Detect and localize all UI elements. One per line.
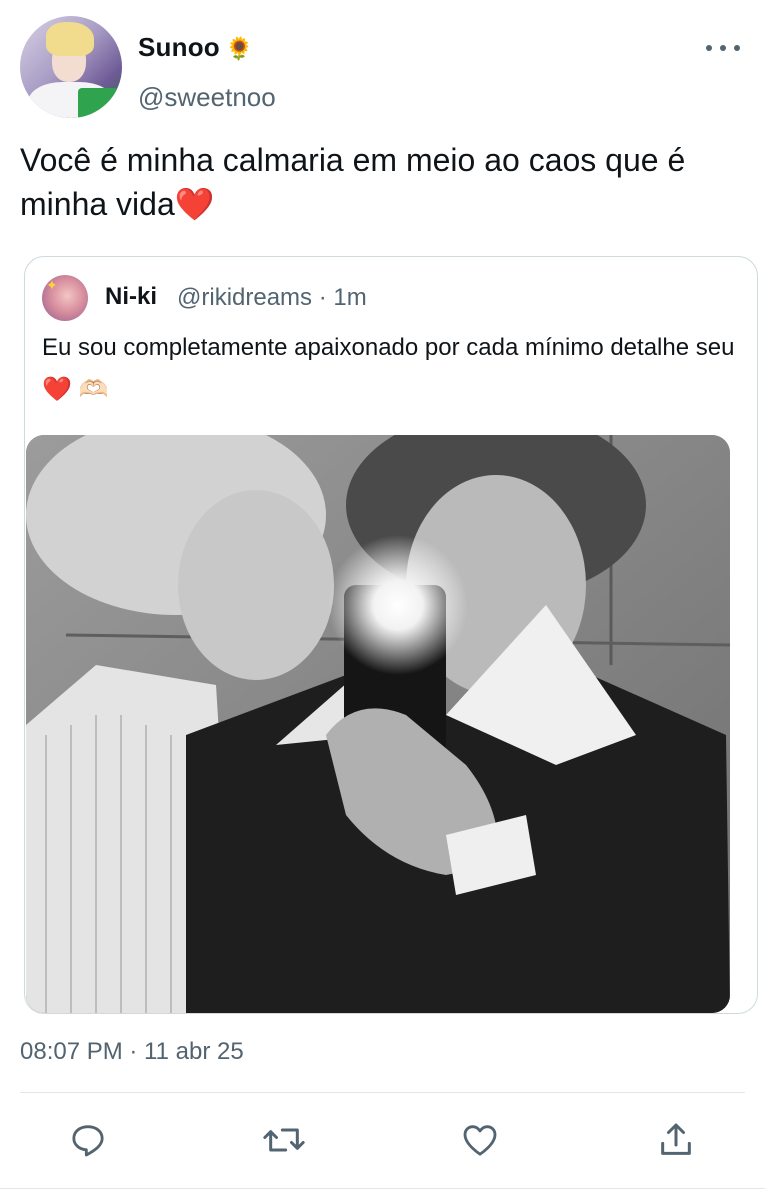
more-horizontal-icon[interactable] [706, 36, 740, 60]
tweet-timestamp[interactable]: 08:07 PM · 11 abr 25 [20, 1038, 244, 1066]
heart-icon[interactable] [458, 1118, 502, 1162]
more-dot [734, 45, 740, 51]
author-name-text: Sunoo [138, 32, 220, 62]
sunflower-icon: 🌻 [225, 36, 254, 61]
retweet-icon[interactable] [262, 1118, 306, 1162]
quoted-author-avatar: ✦ [42, 275, 88, 321]
bottom-divider [0, 1188, 765, 1189]
divider [20, 1092, 745, 1093]
quoted-media-image[interactable] [26, 435, 730, 1013]
share-icon[interactable] [654, 1118, 698, 1162]
more-dot [720, 45, 726, 51]
quoted-tweet-text: Eu sou completamente apaixonado por cada… [42, 334, 735, 403]
author-avatar[interactable] [20, 16, 122, 118]
avatar-background-shape [78, 88, 118, 118]
author-handle[interactable]: @sweetnoo [138, 82, 276, 113]
quoted-tweet[interactable]: ✦ Ni-ki @rikidreams · 1m Eu sou completa… [24, 256, 758, 1014]
tweet-text: Você é minha calmaria em meio ao caos qu… [20, 142, 686, 222]
more-dot [706, 45, 712, 51]
sparkle-icon: ✦ [46, 277, 58, 293]
avatar-hair [46, 22, 94, 56]
photo-illustration [26, 435, 730, 1013]
reply-icon[interactable] [66, 1118, 110, 1162]
author-name[interactable]: Sunoo 🌻 [138, 32, 253, 63]
action-bar [0, 1112, 765, 1168]
quoted-author-handle: @rikidreams · 1m [177, 284, 367, 311]
quoted-author-name: Ni-ki [105, 283, 158, 310]
